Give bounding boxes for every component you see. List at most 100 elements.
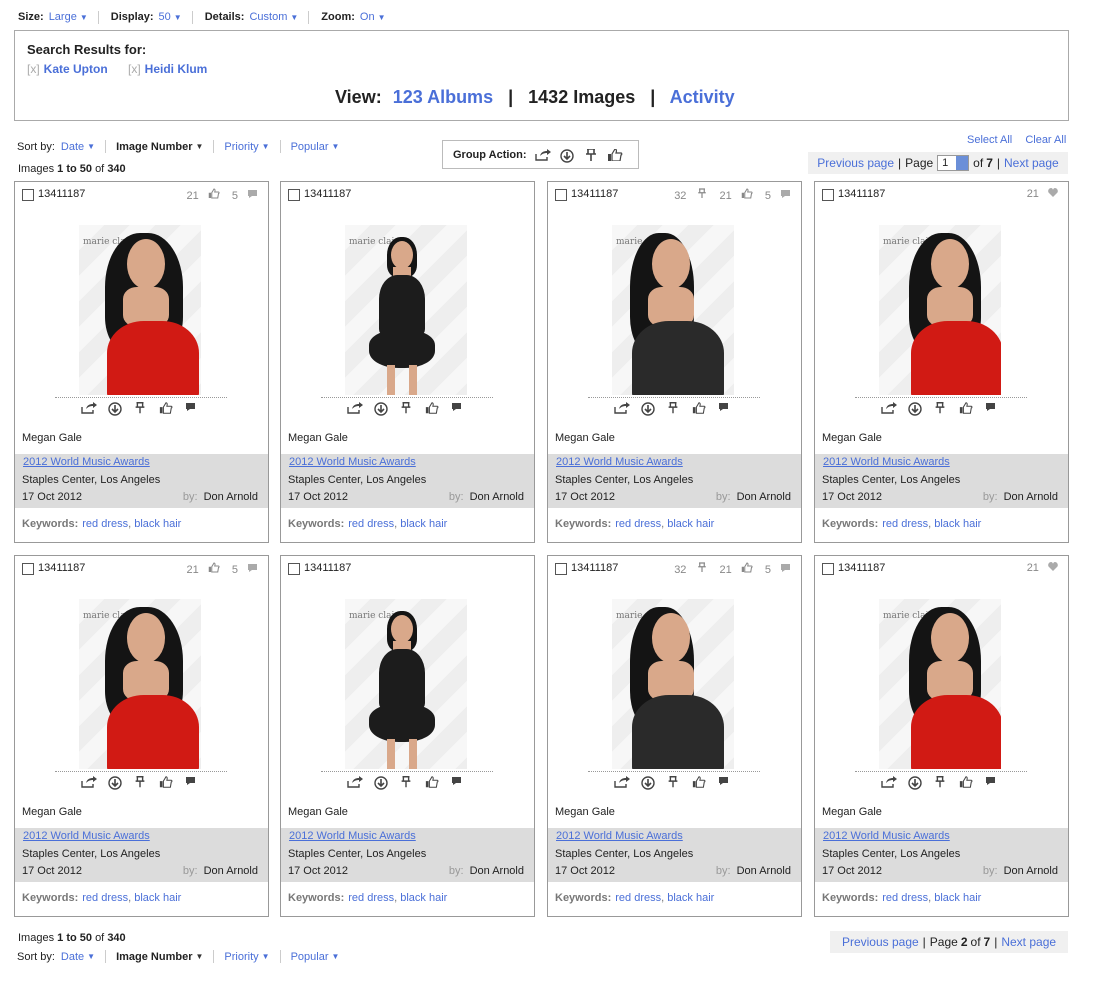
comment-icon[interactable] <box>718 402 734 414</box>
share-icon[interactable] <box>881 401 897 414</box>
pin-icon[interactable] <box>133 775 149 788</box>
sort-image-number[interactable]: Image Number ▼ <box>116 950 215 963</box>
sort-popular[interactable]: Popular ▼ <box>291 950 350 963</box>
size-option[interactable]: Size: Large ▼ <box>18 10 99 24</box>
pin-icon[interactable] <box>133 401 149 414</box>
pin-icon[interactable] <box>666 401 682 414</box>
sort-popular[interactable]: Popular ▼ <box>291 140 350 153</box>
event-link[interactable]: 2012 World Music Awards <box>823 456 950 468</box>
keyword-link[interactable]: red dress <box>615 892 661 904</box>
select-checkbox[interactable] <box>288 563 300 575</box>
thumbs-up-icon[interactable] <box>607 147 623 162</box>
download-icon[interactable] <box>640 775 656 790</box>
sort-image-number[interactable]: Image Number ▼ <box>116 140 215 153</box>
event-link[interactable]: 2012 World Music Awards <box>556 456 683 468</box>
chevron-down-icon[interactable]: ▼ <box>262 952 270 961</box>
photo[interactable]: marie claire <box>79 599 201 769</box>
comment-icon[interactable] <box>718 776 734 788</box>
image-thumbnail[interactable]: marie claire <box>345 225 467 395</box>
keyword-link[interactable]: red dress <box>348 892 394 904</box>
download-icon[interactable] <box>907 401 923 416</box>
image-thumbnail[interactable]: marie claire <box>79 599 201 769</box>
sort-image-number-label[interactable]: Image Number <box>116 141 192 153</box>
share-icon[interactable] <box>614 401 630 414</box>
thumbs-up-icon[interactable] <box>159 401 175 414</box>
thumbs-up-icon[interactable] <box>692 401 708 414</box>
thumbs-up-icon[interactable] <box>692 775 708 788</box>
remove-term-button[interactable]: [x] <box>27 62 40 76</box>
activity-link[interactable]: Activity <box>670 87 735 107</box>
share-icon[interactable] <box>614 775 630 788</box>
thumbs-up-icon[interactable] <box>425 775 441 788</box>
keyword-link[interactable]: black hair <box>134 518 181 530</box>
download-icon[interactable] <box>107 775 123 790</box>
download-icon[interactable] <box>373 775 389 790</box>
zoom-value[interactable]: On <box>360 11 375 23</box>
download-icon[interactable] <box>107 401 123 416</box>
previous-page-link[interactable]: Previous page <box>817 156 894 170</box>
pin-icon[interactable] <box>666 775 682 788</box>
search-term-heidi-klum[interactable]: [x] Heidi Klum <box>128 62 207 76</box>
photo[interactable]: marie claire <box>79 225 201 395</box>
chevron-down-icon[interactable]: ▼ <box>378 13 386 22</box>
thumbs-up-icon[interactable] <box>159 775 175 788</box>
select-checkbox[interactable] <box>288 189 300 201</box>
comment-icon[interactable] <box>185 776 201 788</box>
image-card[interactable]: 13411187 32 21 5 marie claire Megan Gale 20… <box>547 555 802 917</box>
select-checkbox[interactable] <box>22 189 34 201</box>
zoom-option[interactable]: Zoom: On ▼ <box>321 11 395 24</box>
image-thumbnail[interactable]: marie claire <box>612 599 734 769</box>
chevron-down-icon[interactable]: ▼ <box>87 142 95 151</box>
event-link[interactable]: 2012 World Music Awards <box>289 456 416 468</box>
keyword-link[interactable]: black hair <box>934 518 981 530</box>
pin-icon[interactable] <box>933 775 949 788</box>
chevron-down-icon[interactable]: ▼ <box>174 13 182 22</box>
image-thumbnail[interactable]: marie claire <box>879 225 1001 395</box>
display-option[interactable]: Display: 50 ▼ <box>111 10 193 24</box>
details-value[interactable]: Custom <box>249 11 287 23</box>
remove-term-button[interactable]: [x] <box>128 62 141 76</box>
event-link[interactable]: 2012 World Music Awards <box>23 830 150 842</box>
chevron-down-icon[interactable]: ▼ <box>290 13 298 22</box>
sort-priority-label[interactable]: Priority <box>224 951 258 963</box>
image-card[interactable]: 13411187 32 21 5 marie claire Megan Gale 20… <box>547 181 802 543</box>
keyword-link[interactable]: red dress <box>882 892 928 904</box>
search-term-label[interactable]: Heidi Klum <box>145 62 208 76</box>
share-icon[interactable] <box>534 148 551 161</box>
image-thumbnail[interactable]: marie claire <box>79 225 201 395</box>
pin-icon[interactable] <box>399 401 415 414</box>
keyword-link[interactable]: red dress <box>348 518 394 530</box>
keyword-link[interactable]: red dress <box>82 892 128 904</box>
sort-priority-label[interactable]: Priority <box>224 141 258 153</box>
sort-date-label[interactable]: Date <box>61 951 84 963</box>
pin-icon[interactable] <box>583 147 599 161</box>
keyword-link[interactable]: black hair <box>400 892 447 904</box>
photo[interactable]: marie claire <box>345 225 467 395</box>
keyword-link[interactable]: red dress <box>882 518 928 530</box>
select-checkbox[interactable] <box>822 563 834 575</box>
photo[interactable]: marie claire <box>612 225 734 395</box>
previous-page-link[interactable]: Previous page <box>842 935 919 949</box>
download-icon[interactable] <box>640 401 656 416</box>
thumbs-up-icon[interactable] <box>425 401 441 414</box>
share-icon[interactable] <box>347 401 363 414</box>
keyword-link[interactable]: black hair <box>667 892 714 904</box>
select-all-link[interactable]: Select All <box>967 134 1012 146</box>
thumbs-up-icon[interactable] <box>959 401 975 414</box>
image-card[interactable]: 13411187 marie claire Megan Gale 2012 World… <box>280 181 535 543</box>
comment-icon[interactable] <box>451 402 467 414</box>
photo[interactable]: marie claire <box>345 599 467 769</box>
share-icon[interactable] <box>81 401 97 414</box>
chevron-down-icon[interactable]: ▼ <box>80 13 88 22</box>
photo[interactable]: marie claire <box>879 599 1001 769</box>
sort-date-label[interactable]: Date <box>61 141 84 153</box>
keyword-link[interactable]: black hair <box>134 892 181 904</box>
keyword-link[interactable]: black hair <box>934 892 981 904</box>
select-checkbox[interactable] <box>22 563 34 575</box>
chevron-down-icon[interactable]: ▼ <box>196 952 204 961</box>
chevron-down-icon[interactable]: ▼ <box>332 142 340 151</box>
select-checkbox[interactable] <box>822 189 834 201</box>
sort-popular-label[interactable]: Popular <box>291 951 329 963</box>
image-card[interactable]: 13411187 21 marie claire Megan Gale 2012 Wo… <box>814 181 1069 543</box>
page-select[interactable]: 1 <box>937 155 970 171</box>
